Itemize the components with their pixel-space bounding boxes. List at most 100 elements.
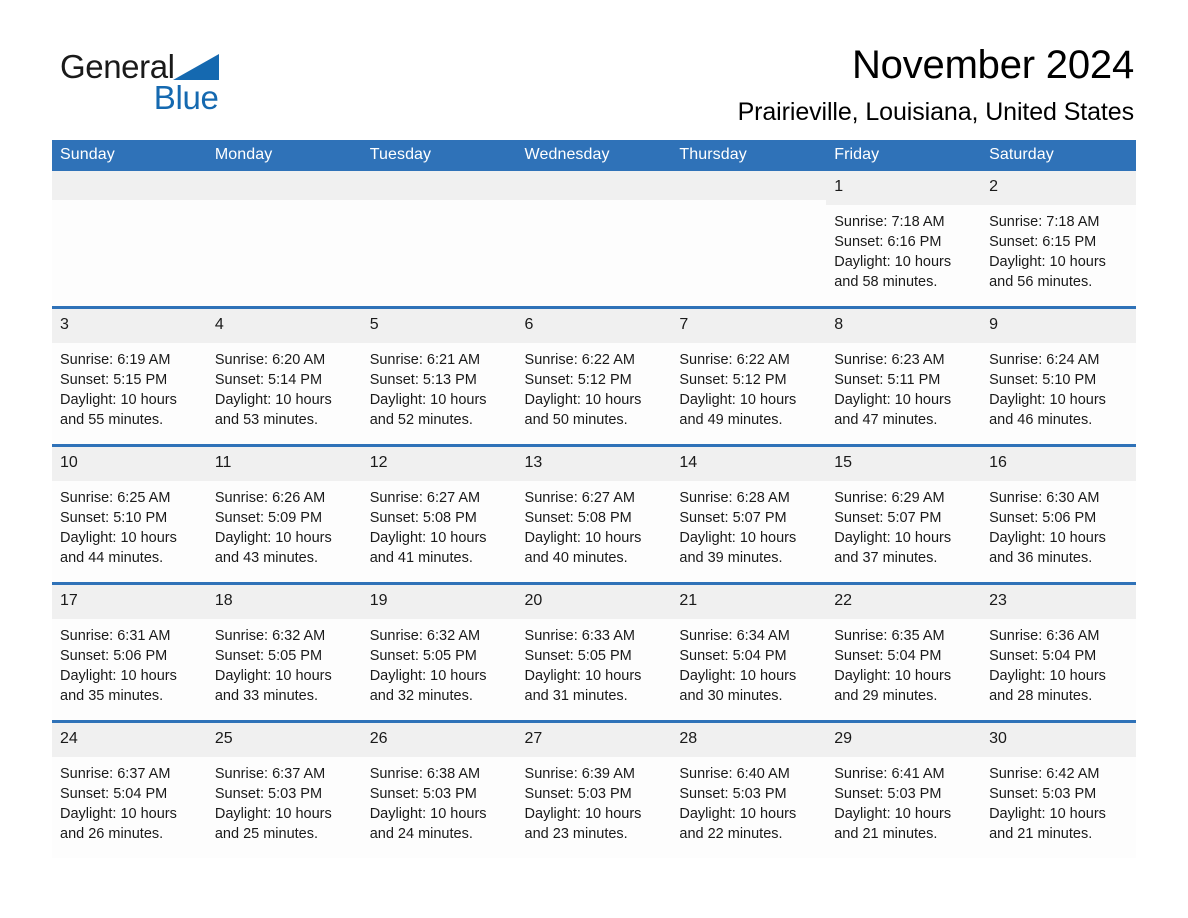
calendar-day-cell[interactable]: 26 Sunrise: 6:38 AM Sunset: 5:03 PM Dayli…	[361, 721, 517, 858]
day-number: 30	[981, 723, 1136, 757]
day-sun-info: Sunrise: 7:18 AM Sunset: 6:16 PM Dayligh…	[834, 214, 952, 291]
day-cell-content	[206, 171, 362, 306]
weekday-header-thursday: Thursday	[671, 140, 827, 171]
calendar-day-cell[interactable]: 22 Sunrise: 6:35 AM Sunset: 5:04 PM Dayli…	[826, 583, 982, 722]
day-cell-content: 14 Sunrise: 6:28 AM Sunset: 5:07 PM Dayli…	[671, 447, 827, 582]
calendar-day-cell[interactable]: 5 Sunrise: 6:21 AM Sunset: 5:13 PM Daylig…	[361, 307, 517, 446]
day-cell-content: 3 Sunrise: 6:19 AM Sunset: 5:15 PM Daylig…	[52, 309, 207, 444]
day-cell-content	[361, 171, 517, 306]
calendar-day-cell[interactable]: 25 Sunrise: 6:37 AM Sunset: 5:03 PM Dayli…	[206, 721, 362, 858]
day-number	[52, 171, 207, 200]
calendar-day-cell[interactable]: 23 Sunrise: 6:36 AM Sunset: 5:04 PM Dayli…	[981, 583, 1136, 722]
day-cell-content: 19 Sunrise: 6:32 AM Sunset: 5:05 PM Dayli…	[361, 585, 517, 720]
calendar-day-cell[interactable]: 30 Sunrise: 6:42 AM Sunset: 5:03 PM Dayli…	[981, 721, 1136, 858]
day-number: 12	[361, 447, 517, 481]
calendar-day-cell[interactable]: 12 Sunrise: 6:27 AM Sunset: 5:08 PM Dayli…	[361, 445, 517, 584]
calendar-table: Sunday Monday Tuesday Wednesday Thursday…	[52, 140, 1136, 858]
calendar-page: General Blue November 2024 Prairieville,…	[0, 0, 1188, 918]
day-cell-content: 21 Sunrise: 6:34 AM Sunset: 5:04 PM Dayli…	[671, 585, 827, 720]
weekday-header-monday: Monday	[206, 140, 362, 171]
calendar-day-cell[interactable]: 13 Sunrise: 6:27 AM Sunset: 5:08 PM Dayli…	[516, 445, 672, 584]
calendar-cell-empty	[671, 171, 827, 308]
day-cell-content: 4 Sunrise: 6:20 AM Sunset: 5:14 PM Daylig…	[206, 309, 362, 444]
day-number: 27	[516, 723, 672, 757]
calendar-day-cell[interactable]: 10 Sunrise: 6:25 AM Sunset: 5:10 PM Dayli…	[52, 445, 207, 584]
calendar-week-row: 3 Sunrise: 6:19 AM Sunset: 5:15 PM Daylig…	[52, 307, 1136, 446]
calendar-cell-empty	[361, 171, 517, 308]
day-cell-content: 12 Sunrise: 6:27 AM Sunset: 5:08 PM Dayli…	[361, 447, 517, 582]
calendar-day-cell[interactable]: 1 Sunrise: 7:18 AM Sunset: 6:16 PM Daylig…	[826, 171, 982, 308]
day-number: 1	[826, 171, 982, 205]
calendar-day-cell[interactable]: 16 Sunrise: 6:30 AM Sunset: 5:06 PM Dayli…	[981, 445, 1136, 584]
calendar-day-cell[interactable]: 21 Sunrise: 6:34 AM Sunset: 5:04 PM Dayli…	[671, 583, 827, 722]
day-sun-info: Sunrise: 6:41 AM Sunset: 5:03 PM Dayligh…	[834, 766, 952, 843]
calendar-day-cell[interactable]: 11 Sunrise: 6:26 AM Sunset: 5:09 PM Dayli…	[206, 445, 362, 584]
calendar-day-cell[interactable]: 14 Sunrise: 6:28 AM Sunset: 5:07 PM Dayli…	[671, 445, 827, 584]
brand-logo[interactable]: General Blue	[60, 50, 219, 114]
day-cell-content: 27 Sunrise: 6:39 AM Sunset: 5:03 PM Dayli…	[516, 723, 672, 858]
day-number: 21	[671, 585, 827, 619]
calendar-day-cell[interactable]: 2 Sunrise: 7:18 AM Sunset: 6:15 PM Daylig…	[981, 171, 1136, 308]
day-number: 28	[671, 723, 827, 757]
day-number: 10	[52, 447, 207, 481]
day-cell-content: 5 Sunrise: 6:21 AM Sunset: 5:13 PM Daylig…	[361, 309, 517, 444]
day-sun-info: Sunrise: 6:30 AM Sunset: 5:06 PM Dayligh…	[989, 490, 1106, 567]
day-sun-info: Sunrise: 6:33 AM Sunset: 5:05 PM Dayligh…	[524, 628, 642, 705]
day-cell-content: 8 Sunrise: 6:23 AM Sunset: 5:11 PM Daylig…	[826, 309, 982, 444]
calendar-day-cell[interactable]: 3 Sunrise: 6:19 AM Sunset: 5:15 PM Daylig…	[52, 307, 207, 446]
calendar-day-cell[interactable]: 17 Sunrise: 6:31 AM Sunset: 5:06 PM Dayli…	[52, 583, 207, 722]
calendar-day-cell[interactable]: 20 Sunrise: 6:33 AM Sunset: 5:05 PM Dayli…	[516, 583, 672, 722]
day-sun-info: Sunrise: 7:18 AM Sunset: 6:15 PM Dayligh…	[989, 214, 1106, 291]
day-sun-info: Sunrise: 6:37 AM Sunset: 5:03 PM Dayligh…	[214, 766, 332, 843]
calendar-day-cell[interactable]: 24 Sunrise: 6:37 AM Sunset: 5:04 PM Dayli…	[52, 721, 207, 858]
day-number: 5	[361, 309, 517, 343]
calendar-day-cell[interactable]: 4 Sunrise: 6:20 AM Sunset: 5:14 PM Daylig…	[206, 307, 362, 446]
calendar-day-cell[interactable]: 7 Sunrise: 6:22 AM Sunset: 5:12 PM Daylig…	[671, 307, 827, 446]
day-number: 26	[361, 723, 517, 757]
day-cell-content: 17 Sunrise: 6:31 AM Sunset: 5:06 PM Dayli…	[52, 585, 207, 720]
weekday-header-friday: Friday	[826, 140, 982, 171]
day-number: 14	[671, 447, 827, 481]
day-sun-info: Sunrise: 6:38 AM Sunset: 5:03 PM Dayligh…	[369, 766, 487, 843]
day-sun-info: Sunrise: 6:22 AM Sunset: 5:12 PM Dayligh…	[679, 352, 797, 429]
calendar-day-cell[interactable]: 15 Sunrise: 6:29 AM Sunset: 5:07 PM Dayli…	[826, 445, 982, 584]
brand-name-row1: General	[60, 50, 219, 84]
day-number: 29	[826, 723, 982, 757]
day-number	[671, 171, 827, 200]
day-sun-info	[362, 200, 517, 207]
day-number	[516, 171, 672, 200]
day-sun-info: Sunrise: 6:24 AM Sunset: 5:10 PM Dayligh…	[989, 352, 1106, 429]
calendar-day-cell[interactable]: 27 Sunrise: 6:39 AM Sunset: 5:03 PM Dayli…	[516, 721, 672, 858]
day-number: 16	[981, 447, 1136, 481]
day-number: 2	[981, 171, 1136, 205]
day-sun-info	[52, 200, 207, 207]
day-cell-content: 18 Sunrise: 6:32 AM Sunset: 5:05 PM Dayli…	[206, 585, 362, 720]
day-cell-content: 16 Sunrise: 6:30 AM Sunset: 5:06 PM Dayli…	[981, 447, 1136, 582]
day-number: 23	[981, 585, 1136, 619]
day-cell-content	[516, 171, 672, 306]
calendar-day-cell[interactable]: 18 Sunrise: 6:32 AM Sunset: 5:05 PM Dayli…	[206, 583, 362, 722]
calendar-week-row: 10 Sunrise: 6:25 AM Sunset: 5:10 PM Dayli…	[52, 445, 1136, 584]
calendar-day-cell[interactable]: 9 Sunrise: 6:24 AM Sunset: 5:10 PM Daylig…	[981, 307, 1136, 446]
calendar-day-cell[interactable]: 8 Sunrise: 6:23 AM Sunset: 5:11 PM Daylig…	[826, 307, 982, 446]
day-sun-info: Sunrise: 6:23 AM Sunset: 5:11 PM Dayligh…	[834, 352, 952, 429]
day-number: 6	[516, 309, 672, 343]
brand-name-general: General	[60, 48, 175, 85]
day-cell-content: 15 Sunrise: 6:29 AM Sunset: 5:07 PM Dayli…	[826, 447, 982, 582]
calendar-day-cell[interactable]: 29 Sunrise: 6:41 AM Sunset: 5:03 PM Dayli…	[826, 721, 982, 858]
day-cell-content: 29 Sunrise: 6:41 AM Sunset: 5:03 PM Dayli…	[826, 723, 982, 858]
weekday-header-tuesday: Tuesday	[361, 140, 517, 171]
day-cell-content: 30 Sunrise: 6:42 AM Sunset: 5:03 PM Dayli…	[981, 723, 1136, 858]
day-number: 25	[206, 723, 362, 757]
day-sun-info: Sunrise: 6:29 AM Sunset: 5:07 PM Dayligh…	[834, 490, 952, 567]
calendar-day-cell[interactable]: 28 Sunrise: 6:40 AM Sunset: 5:03 PM Dayli…	[671, 721, 827, 858]
day-number	[206, 171, 362, 200]
day-sun-info: Sunrise: 6:22 AM Sunset: 5:12 PM Dayligh…	[524, 352, 642, 429]
day-sun-info: Sunrise: 6:32 AM Sunset: 5:05 PM Dayligh…	[369, 628, 487, 705]
calendar-day-cell[interactable]: 6 Sunrise: 6:22 AM Sunset: 5:12 PM Daylig…	[516, 307, 672, 446]
day-number: 17	[52, 585, 207, 619]
day-number: 11	[206, 447, 362, 481]
triangle-logo-icon	[172, 52, 219, 85]
day-sun-info: Sunrise: 6:26 AM Sunset: 5:09 PM Dayligh…	[214, 490, 332, 567]
calendar-day-cell[interactable]: 19 Sunrise: 6:32 AM Sunset: 5:05 PM Dayli…	[361, 583, 517, 722]
